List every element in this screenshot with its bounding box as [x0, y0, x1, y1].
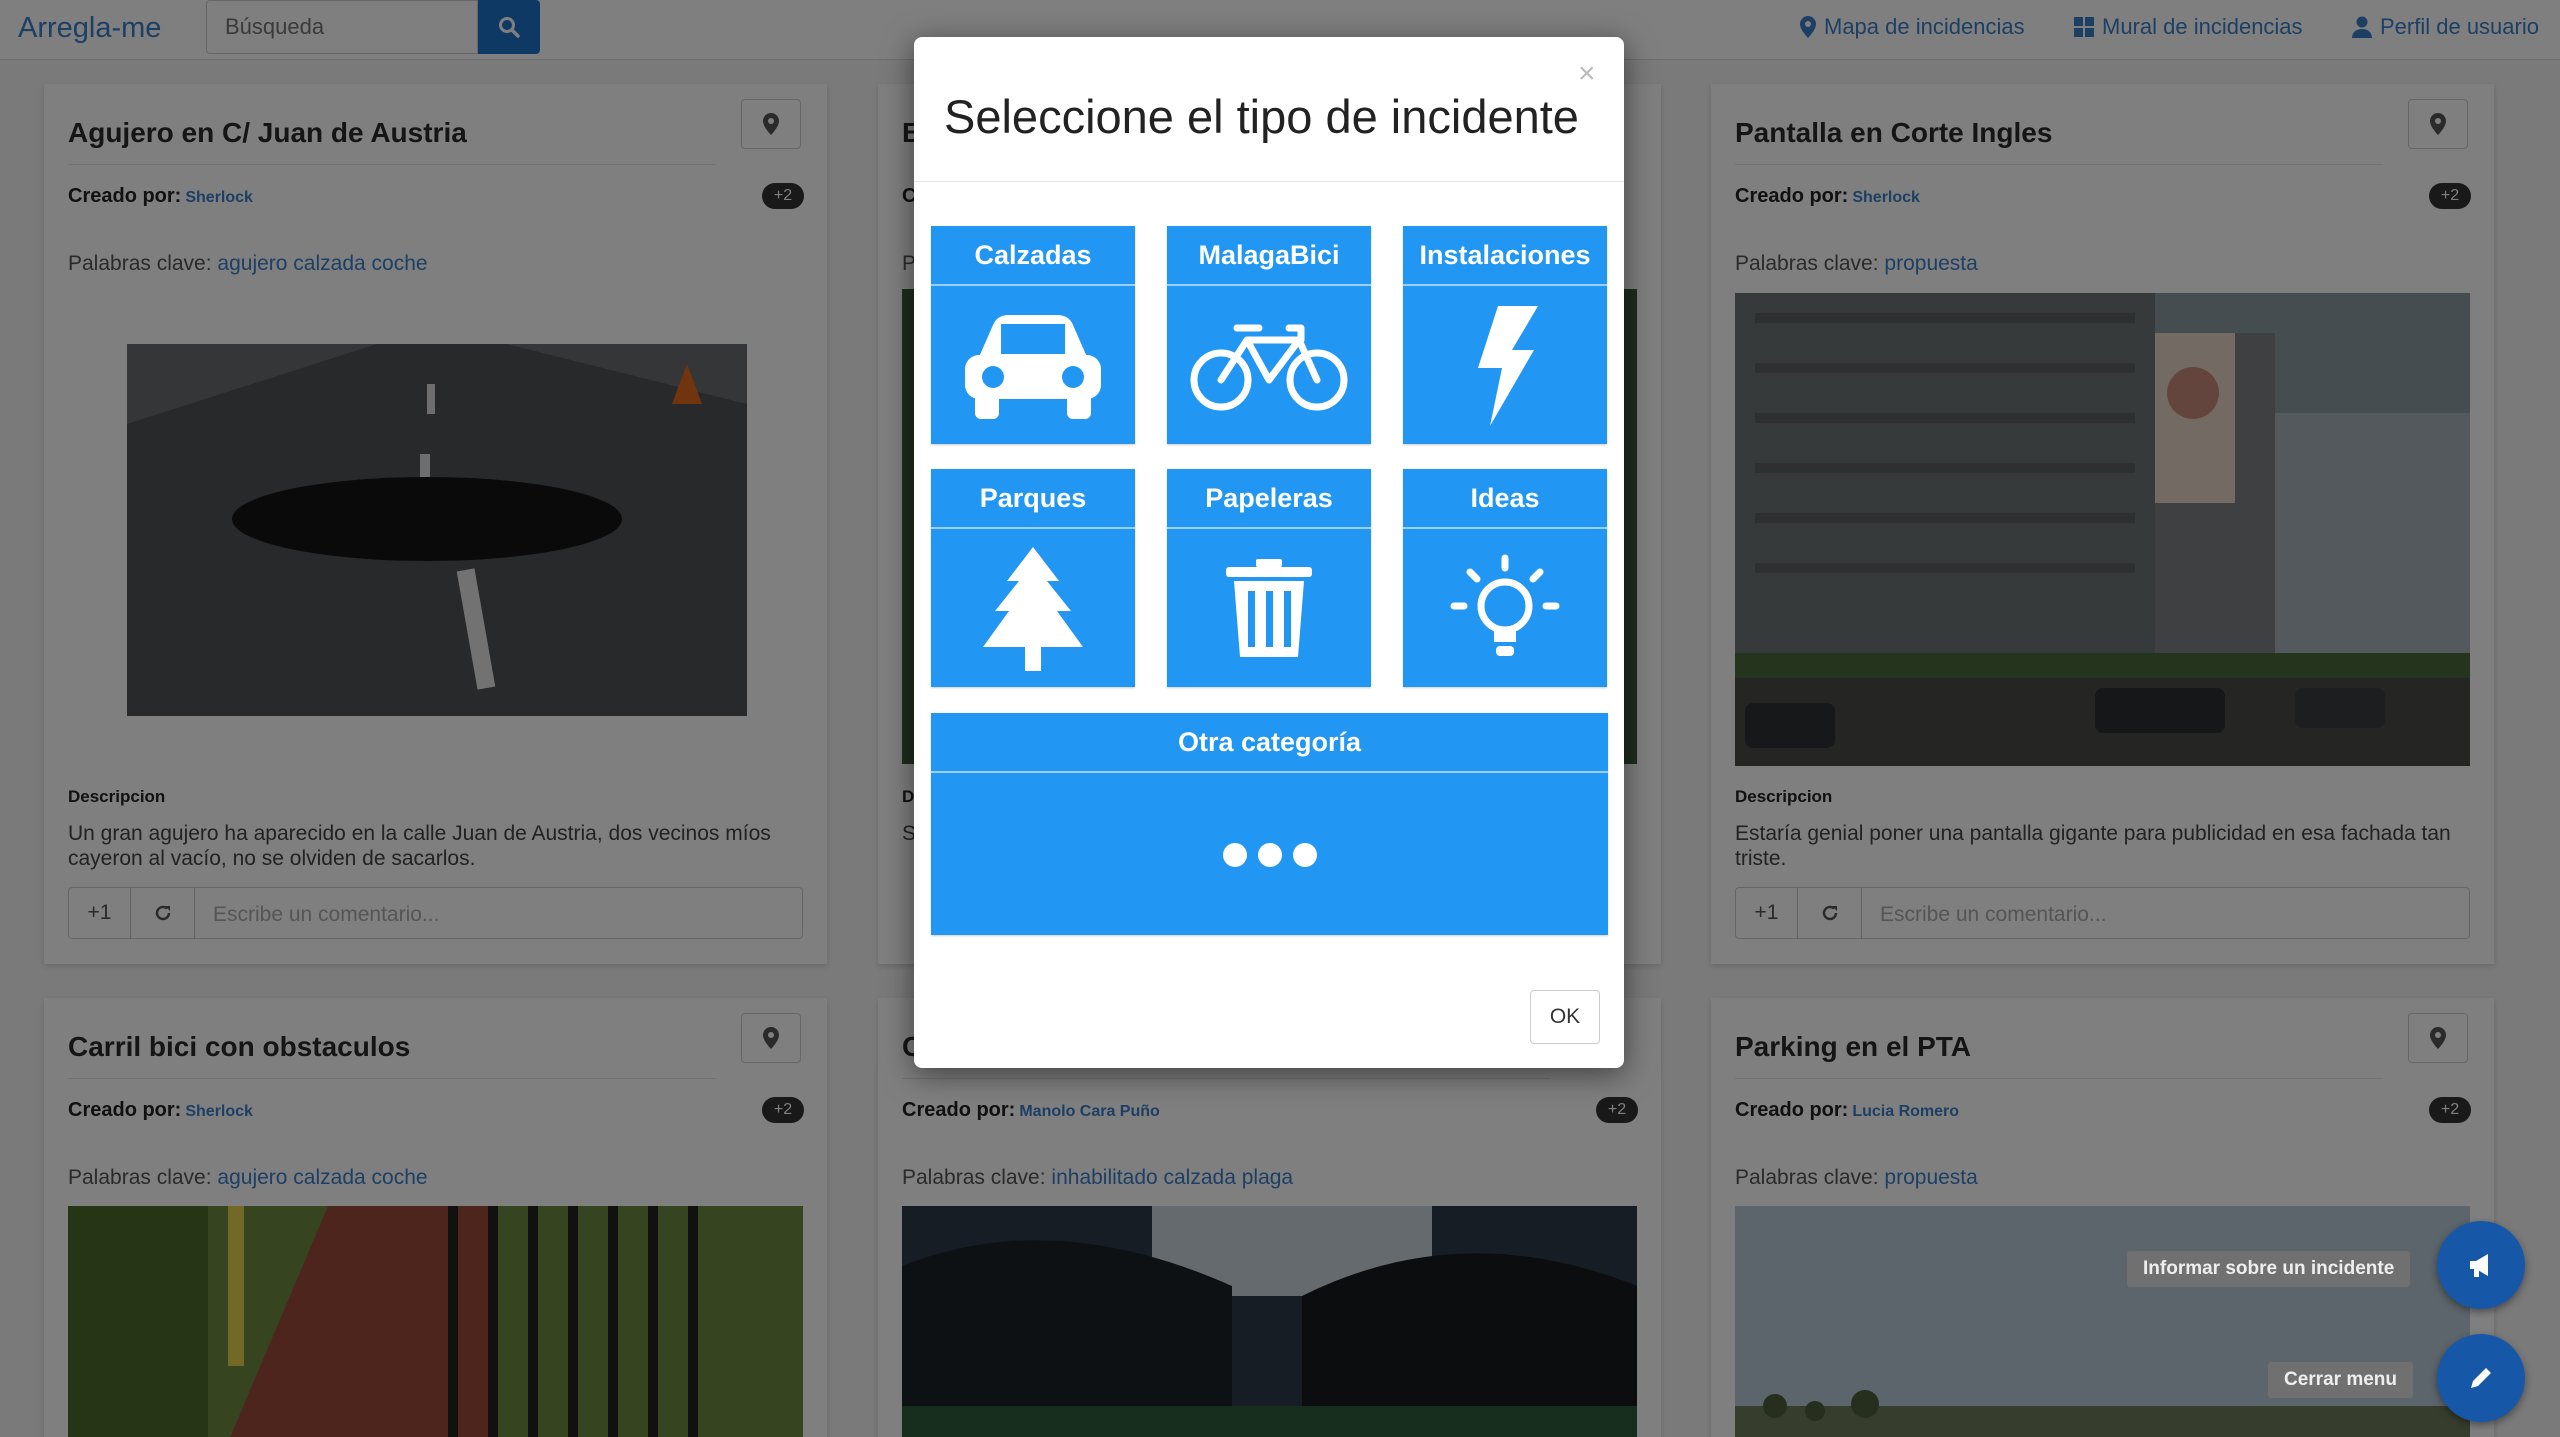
incident-type-modal: × Seleccione el tipo de incidente Calzad…: [914, 37, 1624, 1068]
category-label: MalagaBici: [1167, 226, 1371, 286]
category-otra[interactable]: Otra categoría: [931, 713, 1608, 935]
report-incident-button[interactable]: [2437, 1221, 2525, 1309]
lightning-icon: [1403, 288, 1607, 444]
category-malagabici[interactable]: MalagaBici: [1167, 226, 1371, 444]
close-icon[interactable]: ×: [1578, 57, 1596, 91]
lightbulb-icon: [1403, 531, 1607, 687]
category-label: Instalaciones: [1403, 226, 1607, 286]
category-label: Otra categoría: [931, 713, 1608, 773]
category-parques[interactable]: Parques: [931, 469, 1135, 687]
category-label: Ideas: [1403, 469, 1607, 529]
ok-button[interactable]: OK: [1530, 990, 1600, 1044]
modal-title: Seleccione el tipo de incidente: [944, 90, 1579, 143]
category-label: Calzadas: [931, 226, 1135, 286]
edit-menu-button[interactable]: [2437, 1334, 2525, 1422]
category-label: Parques: [931, 469, 1135, 529]
category-ideas[interactable]: Ideas: [1403, 469, 1607, 687]
trash-icon: [1167, 531, 1371, 687]
category-calzadas[interactable]: Calzadas: [931, 226, 1135, 444]
category-label: Papeleras: [1167, 469, 1371, 529]
modal-header-divider: [914, 181, 1624, 182]
report-incident-label[interactable]: Informar sobre un incidente: [2127, 1251, 2411, 1287]
pencil-icon: [2471, 1368, 2491, 1388]
ellipsis-icon: [931, 775, 1608, 935]
bicycle-icon: [1167, 288, 1371, 444]
megaphone-icon: [2470, 1254, 2488, 1277]
category-instalaciones[interactable]: Instalaciones: [1403, 226, 1607, 444]
car-icon: [931, 288, 1135, 444]
category-papeleras[interactable]: Papeleras: [1167, 469, 1371, 687]
close-menu-label[interactable]: Cerrar menu: [2268, 1362, 2413, 1398]
tree-icon: [931, 531, 1135, 687]
